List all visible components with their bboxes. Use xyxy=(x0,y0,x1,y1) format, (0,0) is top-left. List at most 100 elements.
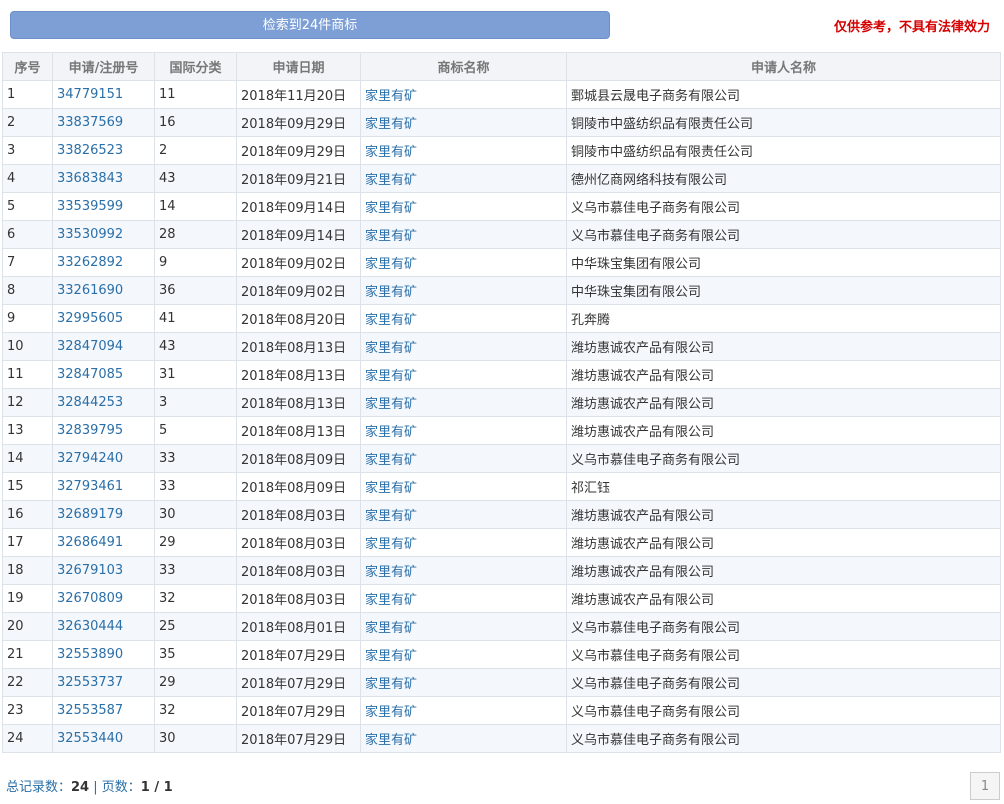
reg-number-link[interactable]: 32995605 xyxy=(52,304,155,333)
trademark-name-link[interactable]: 家里有矿 xyxy=(360,556,567,585)
trademark-name-link[interactable]: 家里有矿 xyxy=(360,136,567,165)
reg-number-link[interactable]: 32670809 xyxy=(52,584,155,613)
trademark-name-link[interactable]: 家里有矿 xyxy=(360,360,567,389)
date-cell: 2018年08月13日 xyxy=(236,416,361,445)
reg-number-link[interactable]: 32553890 xyxy=(52,640,155,669)
page-number-button[interactable]: 1 xyxy=(970,772,1000,800)
reg-number-link[interactable]: 32553587 xyxy=(52,696,155,725)
reg-number-link[interactable]: 32686491 xyxy=(52,528,155,557)
trademark-name-link[interactable]: 家里有矿 xyxy=(360,276,567,305)
table-row: 8 33261690 36 2018年09月02日 家里有矿 中华珠宝集团有限公司 xyxy=(2,276,1001,305)
class-cell: 32 xyxy=(154,584,237,613)
row-index: 22 xyxy=(2,668,53,697)
table-row: 2 33837569 16 2018年09月29日 家里有矿 铜陵市中盛纺织品有限责任公司 xyxy=(2,108,1001,137)
reg-number-link[interactable]: 33530992 xyxy=(52,220,155,249)
column-header-reg-number: 申请/注册号 xyxy=(52,52,155,81)
row-index: 2 xyxy=(2,108,53,137)
trademark-results-table: 序号 申请/注册号 国际分类 申请日期 商标名称 申请人名称 1 34779151… xyxy=(2,52,1001,753)
table-row: 15 32793461 33 2018年08月09日 家里有矿 祁汇钰 xyxy=(2,472,1001,501)
date-cell: 2018年08月03日 xyxy=(236,556,361,585)
reg-number-link[interactable]: 32553440 xyxy=(52,724,155,753)
date-cell: 2018年09月29日 xyxy=(236,108,361,137)
trademark-name-link[interactable]: 家里有矿 xyxy=(360,164,567,193)
reg-number-link[interactable]: 33837569 xyxy=(52,108,155,137)
reg-number-link[interactable]: 32689179 xyxy=(52,500,155,529)
applicant-cell: 义乌市慕佳电子商务有限公司 xyxy=(566,192,1001,221)
reg-number-link[interactable]: 33683843 xyxy=(52,164,155,193)
table-row: 21 32553890 35 2018年07月29日 家里有矿 义乌市慕佳电子商务有限公司 xyxy=(2,640,1001,669)
applicant-cell: 义乌市慕佳电子商务有限公司 xyxy=(566,444,1001,473)
trademark-name-link[interactable]: 家里有矿 xyxy=(360,528,567,557)
table-row: 9 32995605 41 2018年08月20日 家里有矿 孔奔腾 xyxy=(2,304,1001,333)
trademark-name-link[interactable]: 家里有矿 xyxy=(360,192,567,221)
row-index: 3 xyxy=(2,136,53,165)
reg-number-link[interactable]: 32679103 xyxy=(52,556,155,585)
trademark-name-link[interactable]: 家里有矿 xyxy=(360,220,567,249)
trademark-name-link[interactable]: 家里有矿 xyxy=(360,668,567,697)
class-cell: 16 xyxy=(154,108,237,137)
reg-number-link[interactable]: 32630444 xyxy=(52,612,155,641)
trademark-name-link[interactable]: 家里有矿 xyxy=(360,80,567,109)
table-row: 6 33530992 28 2018年09月14日 家里有矿 义乌市慕佳电子商务有限公司 xyxy=(2,220,1001,249)
applicant-cell: 潍坊惠诚农产品有限公司 xyxy=(566,556,1001,585)
reg-number-link[interactable]: 33539599 xyxy=(52,192,155,221)
row-index: 15 xyxy=(2,472,53,501)
trademark-name-link[interactable]: 家里有矿 xyxy=(360,640,567,669)
reg-number-link[interactable]: 32553737 xyxy=(52,668,155,697)
reg-number-link[interactable]: 32839795 xyxy=(52,416,155,445)
date-cell: 2018年09月14日 xyxy=(236,220,361,249)
trademark-name-link[interactable]: 家里有矿 xyxy=(360,416,567,445)
top-bar: 检索到24件商标 仅供参考，不具有法律效力 xyxy=(0,0,1004,50)
applicant-cell: 潍坊惠诚农产品有限公司 xyxy=(566,388,1001,417)
reg-number-link[interactable]: 32847094 xyxy=(52,332,155,361)
table-row: 14 32794240 33 2018年08月09日 家里有矿 义乌市慕佳电子商务有限公司 xyxy=(2,444,1001,473)
class-cell: 25 xyxy=(154,612,237,641)
trademark-name-link[interactable]: 家里有矿 xyxy=(360,388,567,417)
reg-number-link[interactable]: 32847085 xyxy=(52,360,155,389)
reg-number-link[interactable]: 32844253 xyxy=(52,388,155,417)
date-cell: 2018年09月29日 xyxy=(236,136,361,165)
reg-number-link[interactable]: 32793461 xyxy=(52,472,155,501)
applicant-cell: 义乌市慕佳电子商务有限公司 xyxy=(566,668,1001,697)
table-row: 13 32839795 5 2018年08月13日 家里有矿 潍坊惠诚农产品有限公司 xyxy=(2,416,1001,445)
date-cell: 2018年07月29日 xyxy=(236,724,361,753)
class-cell: 35 xyxy=(154,640,237,669)
trademark-name-link[interactable]: 家里有矿 xyxy=(360,612,567,641)
applicant-cell: 潍坊惠诚农产品有限公司 xyxy=(566,332,1001,361)
trademark-name-link[interactable]: 家里有矿 xyxy=(360,444,567,473)
reg-number-link[interactable]: 34779151 xyxy=(52,80,155,109)
class-cell: 3 xyxy=(154,388,237,417)
applicant-cell: 潍坊惠诚农产品有限公司 xyxy=(566,416,1001,445)
reg-number-link[interactable]: 32794240 xyxy=(52,444,155,473)
date-cell: 2018年08月03日 xyxy=(236,528,361,557)
trademark-name-link[interactable]: 家里有矿 xyxy=(360,724,567,753)
table-row: 5 33539599 14 2018年09月14日 家里有矿 义乌市慕佳电子商务有限公司 xyxy=(2,192,1001,221)
applicant-cell: 义乌市慕佳电子商务有限公司 xyxy=(566,724,1001,753)
table-row: 17 32686491 29 2018年08月03日 家里有矿 潍坊惠诚农产品有限公司 xyxy=(2,528,1001,557)
applicant-cell: 潍坊惠诚农产品有限公司 xyxy=(566,528,1001,557)
trademark-name-link[interactable]: 家里有矿 xyxy=(360,500,567,529)
applicant-cell: 祁汇钰 xyxy=(566,472,1001,501)
trademark-name-link[interactable]: 家里有矿 xyxy=(360,108,567,137)
reg-number-link[interactable]: 33826523 xyxy=(52,136,155,165)
trademark-name-link[interactable]: 家里有矿 xyxy=(360,584,567,613)
trademark-name-link[interactable]: 家里有矿 xyxy=(360,696,567,725)
applicant-cell: 义乌市慕佳电子商务有限公司 xyxy=(566,696,1001,725)
row-index: 9 xyxy=(2,304,53,333)
applicant-cell: 铜陵市中盛纺织品有限责任公司 xyxy=(566,136,1001,165)
table-row: 11 32847085 31 2018年08月13日 家里有矿 潍坊惠诚农产品有限公司 xyxy=(2,360,1001,389)
result-count-button[interactable]: 检索到24件商标 xyxy=(10,11,610,39)
applicant-cell: 孔奔腾 xyxy=(566,304,1001,333)
applicant-cell: 德州亿商网络科技有限公司 xyxy=(566,164,1001,193)
column-header-trademark-name: 商标名称 xyxy=(360,52,567,81)
date-cell: 2018年08月09日 xyxy=(236,444,361,473)
trademark-name-link[interactable]: 家里有矿 xyxy=(360,332,567,361)
reg-number-link[interactable]: 33262892 xyxy=(52,248,155,277)
table-row: 1 34779151 11 2018年11月20日 家里有矿 鄄城县云晟电子商务有限公司 xyxy=(2,80,1001,109)
reg-number-link[interactable]: 33261690 xyxy=(52,276,155,305)
trademark-name-link[interactable]: 家里有矿 xyxy=(360,472,567,501)
trademark-name-link[interactable]: 家里有矿 xyxy=(360,248,567,277)
applicant-cell: 义乌市慕佳电子商务有限公司 xyxy=(566,220,1001,249)
pages-value: 1 / 1 xyxy=(140,780,173,795)
trademark-name-link[interactable]: 家里有矿 xyxy=(360,304,567,333)
